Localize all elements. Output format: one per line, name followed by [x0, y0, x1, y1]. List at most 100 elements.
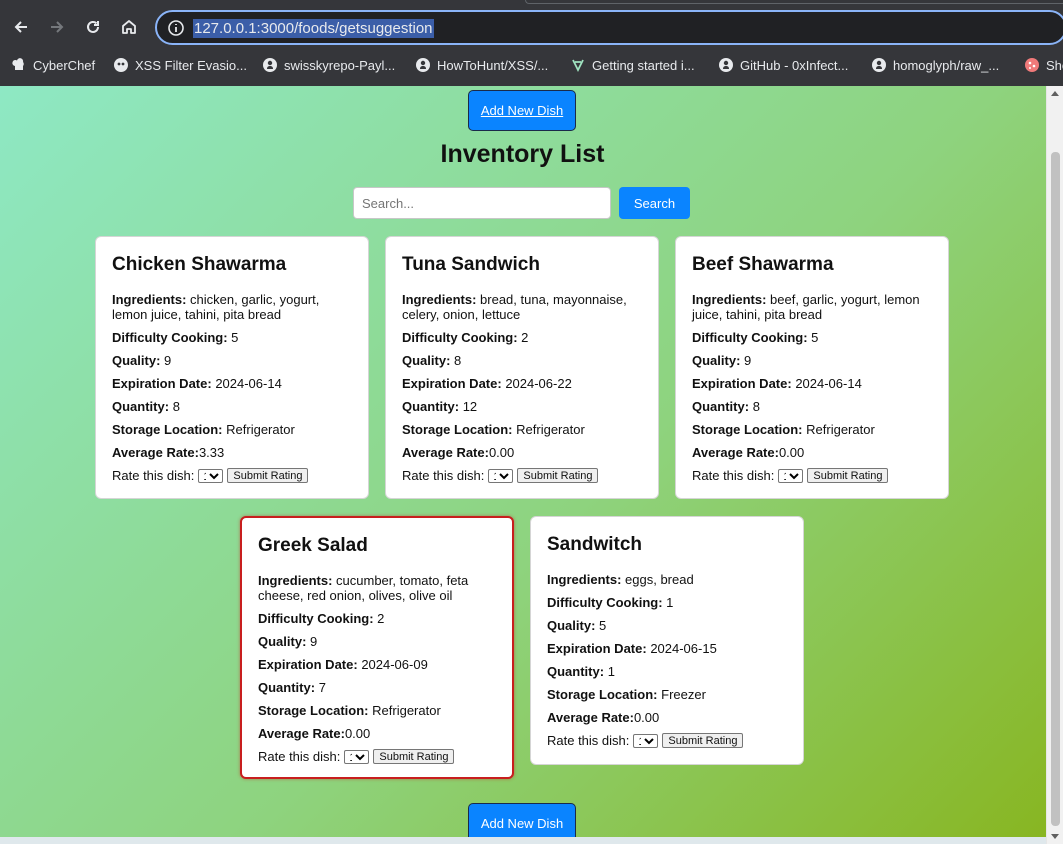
dish-difficulty-value: 2	[521, 330, 529, 345]
chef-hat-icon	[11, 57, 27, 73]
dish-ingredients-label: Ingredients:	[402, 292, 477, 307]
rate-label: Rate this dish:	[547, 733, 630, 748]
submit-rating-button[interactable]: Submit Rating	[807, 468, 889, 483]
scroll-down-arrow-icon[interactable]	[1051, 834, 1059, 839]
dish-expiration-label: Expiration Date:	[402, 376, 502, 391]
home-icon	[122, 20, 136, 34]
dish-quality: Quality: 9	[258, 634, 496, 649]
dish-average-rate: Average Rate:3.33	[112, 445, 352, 460]
dish-storage-label: Storage Location:	[692, 422, 803, 437]
dish-storage-label: Storage Location:	[402, 422, 513, 437]
rate-dish-row: Rate this dish: 1 Submit Rating	[547, 733, 787, 748]
page-viewport: Add New Dish Inventory List Search Chick…	[0, 86, 1063, 844]
dish-quantity: Quantity: 8	[112, 399, 352, 414]
dish-quantity-label: Quantity:	[258, 680, 316, 695]
bookmark-item[interactable]: HowToHunt/XSS/...	[415, 52, 548, 78]
home-button[interactable]	[114, 12, 144, 42]
dish-expiration-value: 2024-06-15	[650, 641, 717, 656]
rating-select[interactable]: 1	[778, 468, 804, 483]
dish-quality-value: 9	[310, 634, 318, 649]
dish-average-rate-label: Average Rate:	[402, 445, 489, 460]
rate-dish-row: Rate this dish: 1 Submit Rating	[112, 468, 352, 483]
scroll-up-arrow-icon[interactable]	[1051, 91, 1059, 96]
dish-storage: Storage Location: Refrigerator	[258, 703, 496, 718]
submit-rating-button[interactable]: Submit Rating	[227, 468, 309, 483]
bookmark-label: swisskyrepo-Payl...	[284, 57, 396, 73]
back-button[interactable]	[6, 12, 36, 42]
site-info-icon[interactable]	[167, 19, 185, 37]
dish-difficulty: Difficulty Cooking: 1	[547, 595, 787, 610]
dish-average-rate-value: 3.33	[198, 445, 225, 460]
dish-difficulty-label: Difficulty Cooking:	[692, 330, 808, 345]
bookmark-item[interactable]: Getting started i...	[570, 52, 695, 78]
dish-difficulty: Difficulty Cooking: 5	[692, 330, 932, 345]
rate-dish-row: Rate this dish: 1 Submit Rating	[402, 468, 642, 483]
dish-quantity-label: Quantity:	[112, 399, 170, 414]
dish-average-rate-label: Average Rate:	[547, 710, 634, 725]
dish-expiration-label: Expiration Date:	[258, 657, 358, 672]
dish-average-rate-label: Average Rate:	[112, 445, 199, 460]
bookmark-label: Getting started i...	[592, 57, 695, 73]
bookmark-item[interactable]: homoglyph/raw_...	[871, 52, 999, 78]
dish-difficulty-label: Difficulty Cooking:	[402, 330, 518, 345]
dish-storage-value: Freezer	[661, 687, 706, 702]
bookmark-label: homoglyph/raw_...	[893, 57, 1000, 73]
add-new-dish-button[interactable]: Add New Dish	[468, 90, 576, 131]
vertical-scrollbar[interactable]	[1046, 86, 1063, 844]
dish-quality-value: 9	[164, 353, 172, 368]
rate-label: Rate this dish:	[258, 749, 341, 764]
dish-card: Beef Shawarma Ingredients: beef, garlic, …	[675, 236, 949, 499]
dish-average-rate-value: 0.00	[633, 710, 660, 725]
dish-quantity: Quantity: 1	[547, 664, 787, 679]
rate-label: Rate this dish:	[692, 468, 775, 483]
dish-quantity: Quantity: 12	[402, 399, 642, 414]
bookmarks-bar: CyberChef XSS Filter Evasio... swisskyrepo…	[0, 52, 1063, 78]
bookmark-item[interactable]: She	[1024, 52, 1063, 78]
bookmark-item[interactable]: CyberChef	[11, 52, 95, 78]
dish-name: Beef Shawarma	[692, 254, 834, 275]
rating-select[interactable]: 1	[633, 733, 659, 748]
arrow-left-icon	[14, 21, 27, 33]
dish-difficulty-value: 2	[377, 611, 385, 626]
submit-rating-button[interactable]: Submit Rating	[517, 468, 599, 483]
dish-quality-label: Quality:	[258, 634, 307, 649]
dish-quantity-value: 8	[752, 399, 760, 414]
rating-select[interactable]: 1	[198, 468, 224, 483]
submit-rating-button[interactable]: Submit Rating	[373, 749, 455, 764]
dish-quantity: Quantity: 7	[258, 680, 496, 695]
github-icon	[415, 57, 431, 73]
github-icon	[718, 57, 734, 73]
scroll-thumb[interactable]	[1051, 152, 1060, 826]
dish-difficulty-value: 5	[231, 330, 239, 345]
github-icon	[871, 57, 887, 73]
url-text[interactable]: 127.0.0.1:3000/foods/getsuggestion	[193, 19, 434, 38]
search-input[interactable]	[353, 187, 611, 219]
dish-difficulty-value: 1	[666, 595, 674, 610]
bookmark-item[interactable]: swisskyrepo-Payl...	[262, 52, 395, 78]
search-button[interactable]: Search	[619, 187, 690, 219]
address-bar[interactable]: 127.0.0.1:3000/foods/getsuggestion	[155, 10, 1063, 45]
dish-quantity-label: Quantity:	[402, 399, 460, 414]
bookmark-label: She	[1046, 57, 1063, 73]
dish-storage-label: Storage Location:	[547, 687, 658, 702]
dish-quantity-value: 7	[318, 680, 326, 695]
dish-name: Tuna Sandwich	[402, 254, 540, 275]
dish-expiration-label: Expiration Date:	[692, 376, 792, 391]
rating-select[interactable]: 1	[344, 749, 370, 764]
dish-difficulty: Difficulty Cooking: 2	[258, 611, 496, 626]
dish-average-rate: Average Rate:0.00	[402, 445, 642, 460]
bookmark-item[interactable]: XSS Filter Evasio...	[113, 52, 247, 78]
forward-button[interactable]	[42, 12, 72, 42]
dish-expiration: Expiration Date: 2024-06-09	[258, 657, 496, 672]
dish-expiration-label: Expiration Date:	[112, 376, 212, 391]
bookmark-item[interactable]: GitHub - 0xInfect...	[718, 52, 848, 78]
dish-ingredients-label: Ingredients:	[258, 573, 333, 588]
reload-button[interactable]	[78, 12, 108, 42]
dish-storage-label: Storage Location:	[258, 703, 369, 718]
submit-rating-button[interactable]: Submit Rating	[662, 733, 744, 748]
dish-quality-label: Quality:	[547, 618, 596, 633]
dish-quantity: Quantity: 8	[692, 399, 932, 414]
dish-expiration-value: 2024-06-09	[361, 657, 428, 672]
rating-select[interactable]: 1	[488, 468, 514, 483]
dish-quality-value: 9	[744, 353, 752, 368]
